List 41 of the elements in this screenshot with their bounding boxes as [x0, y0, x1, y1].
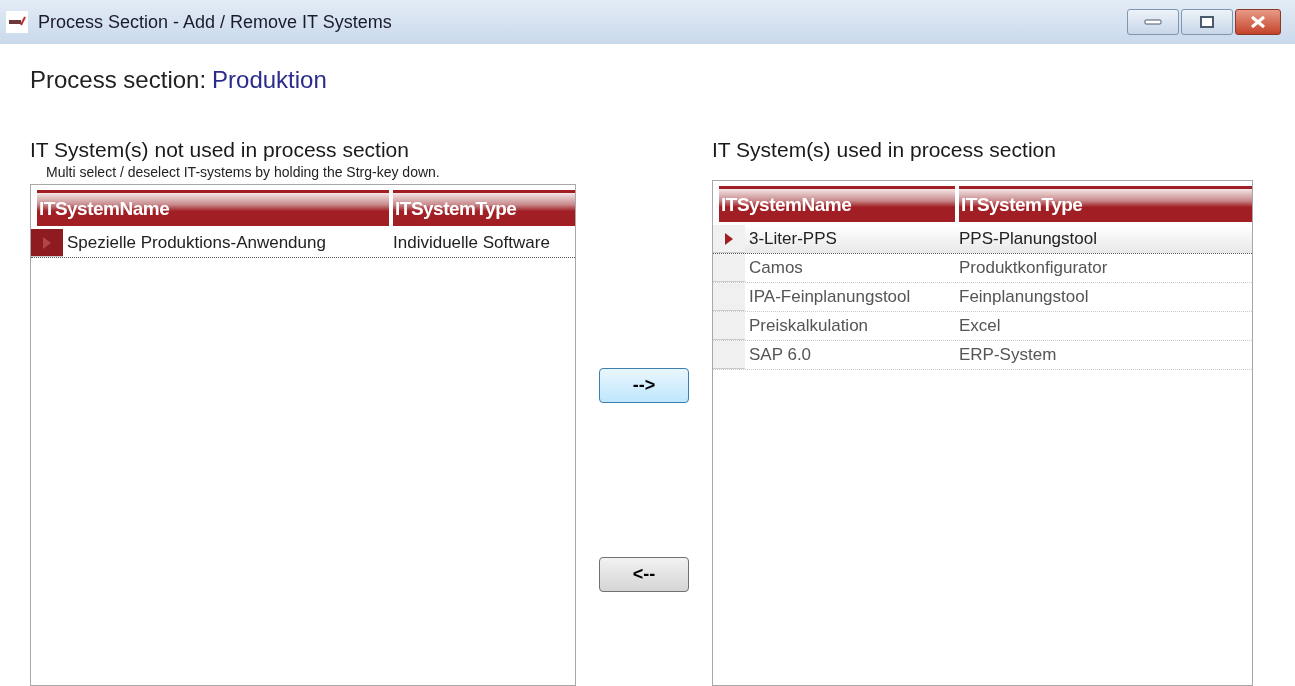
section-label: Process section:: [30, 65, 207, 95]
add-button[interactable]: -->: [599, 368, 689, 403]
triangle-icon: [43, 236, 51, 249]
maximize-icon: [1200, 16, 1214, 28]
table-cell-text: 3-Liter-PPS: [748, 228, 838, 251]
table-row[interactable]: Spezielle Produktions-Anwendung Individuelle Software: [31, 229, 575, 258]
table-cell-text: Excel: [958, 315, 1002, 338]
table-cell-text: Spezielle Produktions-Anwendung: [66, 232, 327, 255]
table-cell-text: PPS-Planungstool: [958, 228, 1098, 251]
app-icon: [6, 11, 28, 33]
column-header[interactable]: ITSystemName: [719, 186, 955, 222]
table-cell-text: SAP 6.0: [748, 344, 813, 367]
close-icon: [1250, 15, 1266, 29]
row-header[interactable]: [713, 225, 745, 253]
close-button[interactable]: [1235, 9, 1281, 35]
table-row[interactable]: Camos Produktkonfigurator: [713, 254, 1252, 283]
minimize-button[interactable]: [1127, 9, 1179, 35]
table-cell-text: IPA-Feinplanungstool: [748, 286, 912, 309]
table-cell-text: Individuelle Software: [392, 232, 551, 255]
table-row[interactable]: Preiskalkulation Excel: [713, 312, 1252, 341]
table-cell-text: Produktkonfigurator: [958, 257, 1109, 280]
table-row[interactable]: SAP 6.0 ERP-System: [713, 341, 1252, 370]
table-cell-text: ERP-System: [958, 344, 1058, 367]
table-cell-text: Preiskalkulation: [748, 315, 870, 338]
table-cell-text: Camos: [748, 257, 804, 280]
section-value: Produktion: [212, 65, 327, 95]
panel-heading: IT System(s) used in process section: [712, 138, 1057, 162]
column-header[interactable]: ITSystemName: [37, 190, 389, 226]
triangle-icon: [725, 232, 733, 245]
column-header[interactable]: ITSystemType: [393, 190, 575, 226]
window-title: Process Section - Add / Remove IT Systems: [38, 10, 392, 34]
table-cell-text: Feinplanungstool: [958, 286, 1090, 309]
table-row[interactable]: IPA-Feinplanungstool Feinplanungstool: [713, 283, 1252, 312]
hint-text: Multi select / deselect IT-systems by holding the Strg-key down.: [46, 163, 441, 182]
column-header[interactable]: ITSystemType: [959, 186, 1252, 222]
table-row[interactable]: 3-Liter-PPS PPS-Planungstool: [713, 225, 1252, 254]
maximize-button[interactable]: [1181, 9, 1233, 35]
minimize-icon: [1144, 19, 1162, 25]
row-header[interactable]: [31, 229, 63, 257]
remove-button[interactable]: <--: [599, 557, 689, 592]
panel-heading: IT System(s) not used in process section: [30, 138, 410, 162]
